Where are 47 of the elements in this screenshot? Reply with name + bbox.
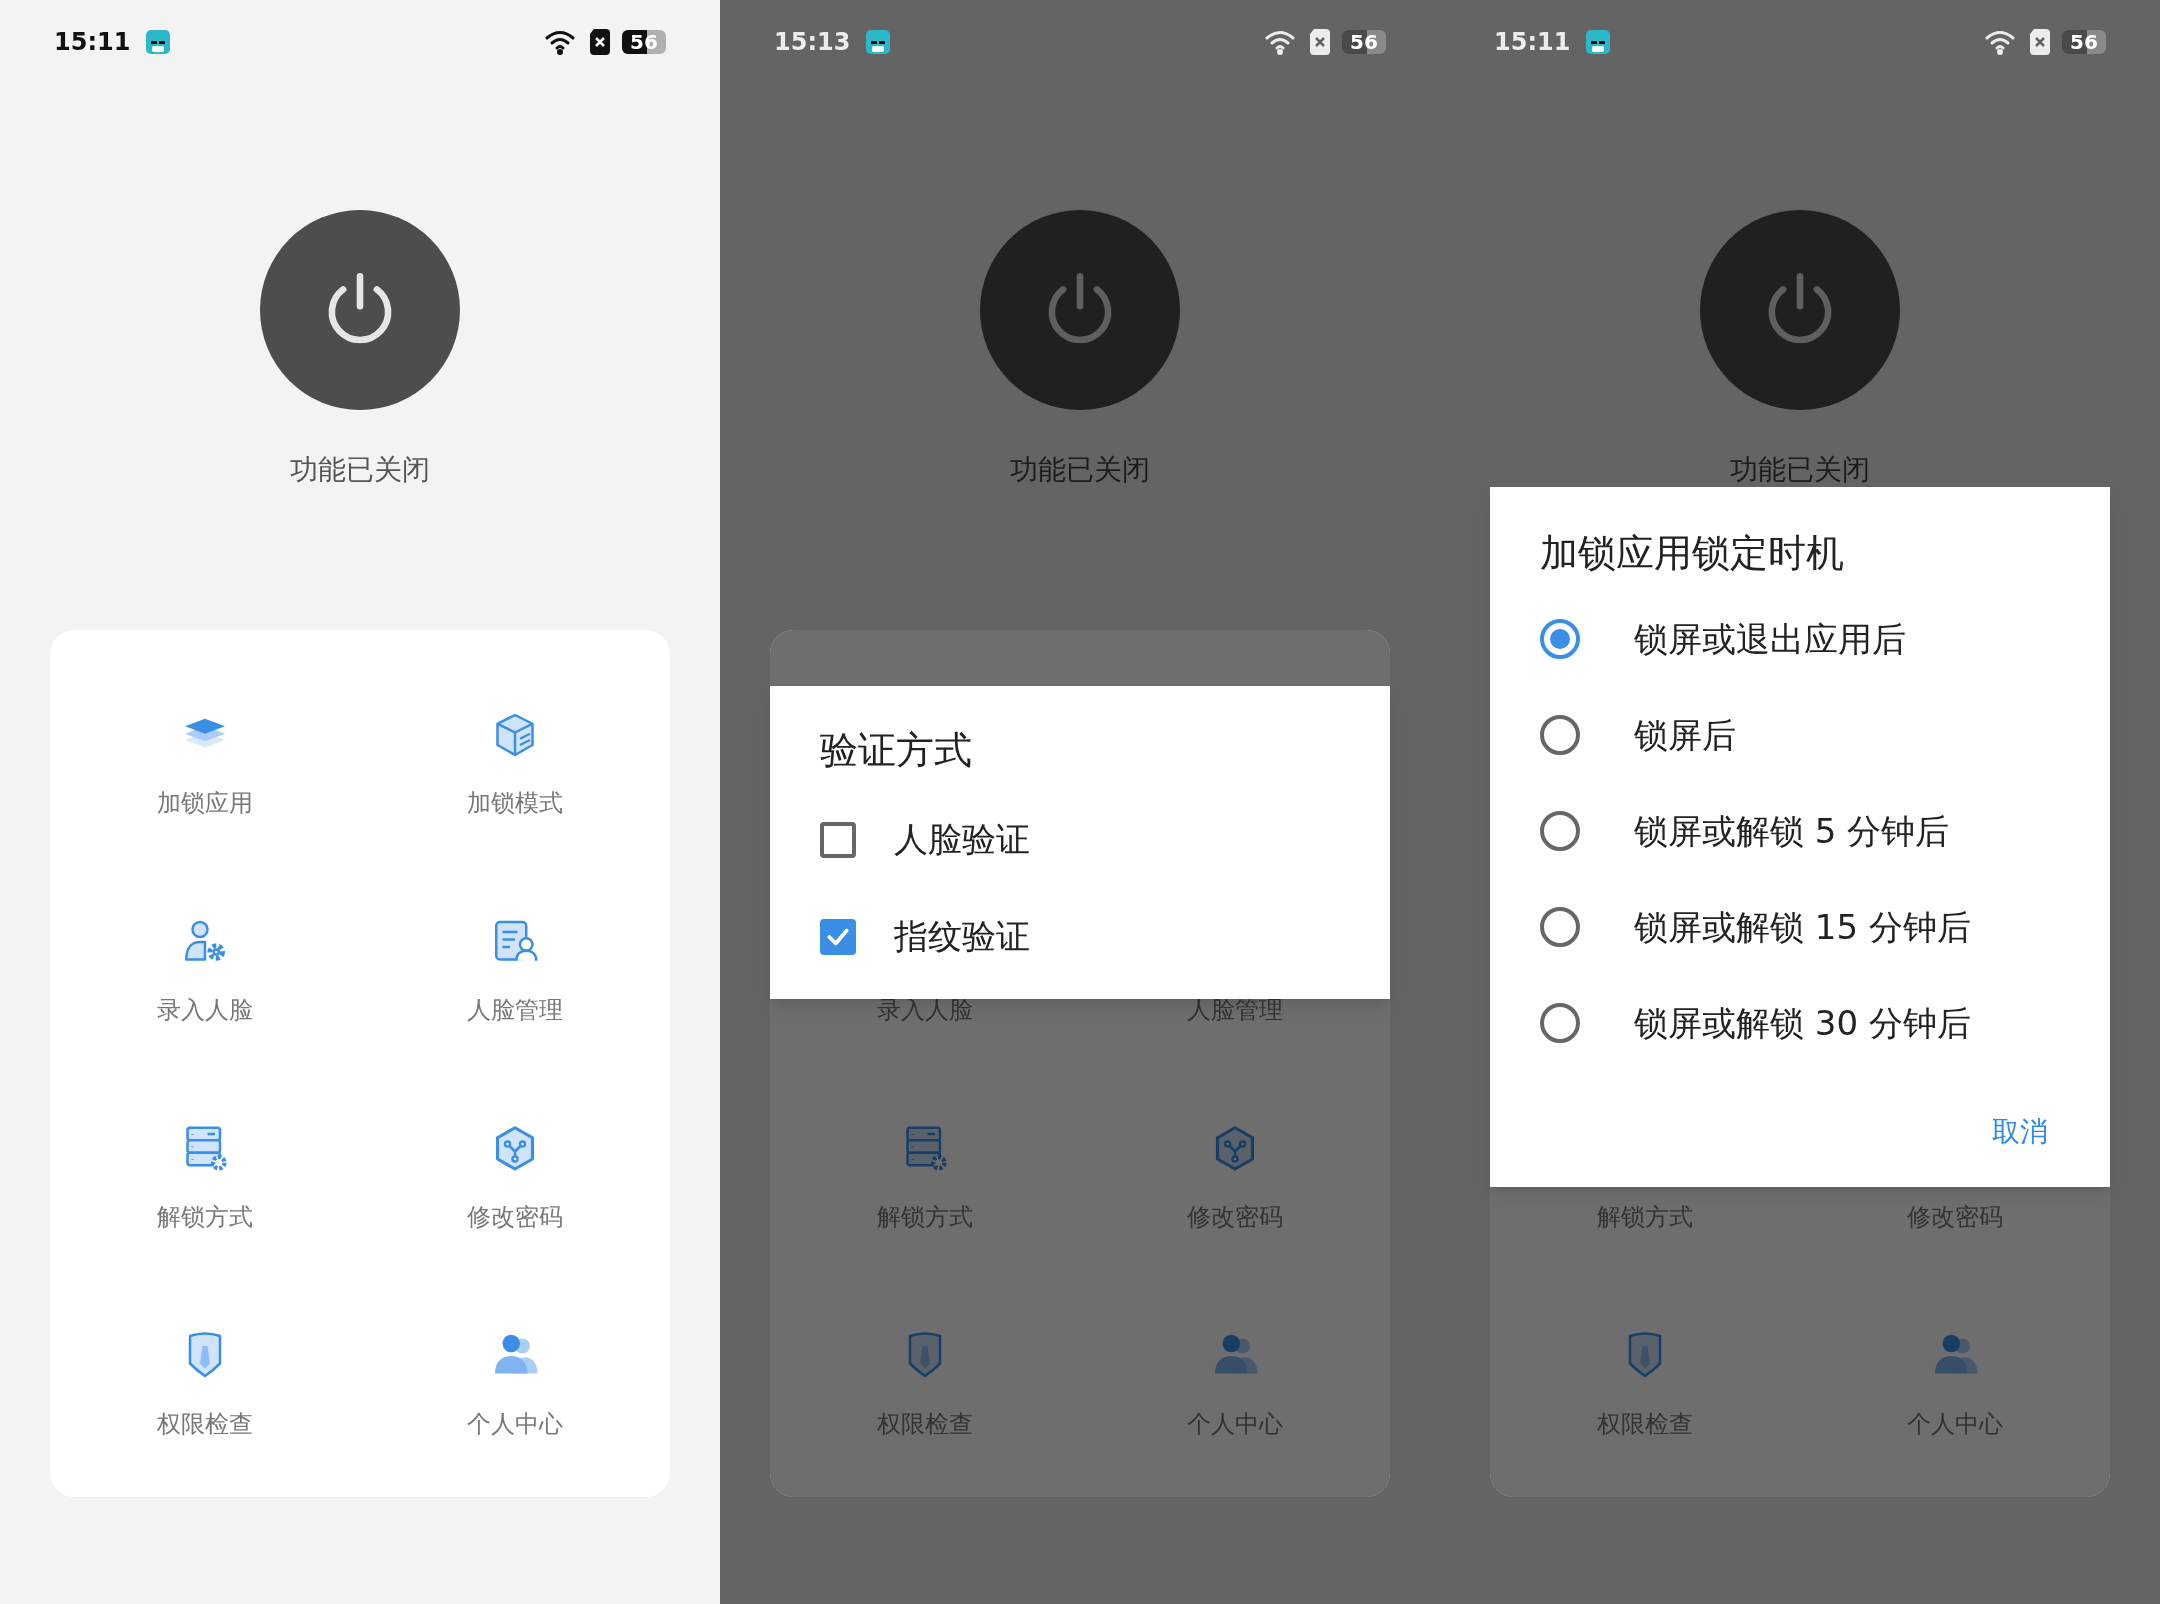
sim-card-icon xyxy=(1310,29,1330,55)
option-label[interactable]: 锁屏或解锁 15 分钟后 xyxy=(1634,901,1971,953)
dialog-title: 验证方式 xyxy=(820,727,973,774)
radio-button[interactable] xyxy=(1540,619,1580,659)
status-time: 15:13 xyxy=(774,27,851,58)
menu-item-label[interactable]: 个人中心 xyxy=(467,1406,563,1442)
battery-indicator: 56 xyxy=(1342,30,1386,54)
menu-item-label[interactable]: 录入人脸 xyxy=(157,992,253,1028)
app-notification-icon xyxy=(1586,30,1611,54)
menu-item-label[interactable]: 权限检查 xyxy=(877,1406,973,1442)
menu-item-label[interactable]: 加锁模式 xyxy=(467,785,563,821)
sim-card-icon xyxy=(590,29,610,55)
option-label[interactable]: 锁屏或退出应用后 xyxy=(1634,613,1906,665)
option-label[interactable]: 锁屏或解锁 30 分钟后 xyxy=(1634,997,1971,1049)
status-label: 功能已关闭 xyxy=(290,452,430,488)
menu-item-label[interactable]: 人脸管理 xyxy=(467,992,563,1028)
radio-button[interactable] xyxy=(1540,715,1580,755)
sim-card-icon xyxy=(2030,29,2050,55)
dialog-title: 加锁应用锁定时机 xyxy=(1540,530,1845,577)
checkbox[interactable] xyxy=(820,821,856,858)
menu-item-label[interactable]: 加锁应用 xyxy=(157,785,253,821)
status-label: 功能已关闭 xyxy=(1730,452,1870,488)
checkbox[interactable] xyxy=(820,918,856,955)
menu-item-label[interactable]: 解锁方式 xyxy=(157,1199,253,1235)
menu-item-label[interactable]: 个人中心 xyxy=(1187,1406,1283,1442)
menu-item-label[interactable]: 修改密码 xyxy=(467,1199,563,1235)
menu-item-label[interactable]: 解锁方式 xyxy=(1597,1199,1693,1235)
radio-button[interactable] xyxy=(1540,811,1580,851)
cancel-button[interactable]: 取消 xyxy=(1980,1105,2060,1159)
status-time: 15:11 xyxy=(1494,27,1571,58)
menu-item-label[interactable]: 解锁方式 xyxy=(877,1199,973,1235)
radio-button[interactable] xyxy=(1540,907,1580,947)
menu-item-label[interactable]: 权限检查 xyxy=(157,1406,253,1442)
menu-item-label[interactable]: 个人中心 xyxy=(1907,1406,2003,1442)
app-notification-icon xyxy=(146,30,171,54)
status-label: 功能已关闭 xyxy=(1010,452,1150,488)
menu-item-label[interactable]: 权限检查 xyxy=(1597,1406,1693,1442)
menu-item-label[interactable]: 修改密码 xyxy=(1187,1199,1283,1235)
app-notification-icon xyxy=(866,30,891,54)
radio-button[interactable] xyxy=(1540,1003,1580,1043)
checkbox-label[interactable]: 人脸验证 xyxy=(894,814,1030,865)
battery-indicator: 56 xyxy=(2062,30,2106,54)
option-label[interactable]: 锁屏或解锁 5 分钟后 xyxy=(1634,805,1950,857)
option-label[interactable]: 锁屏后 xyxy=(1634,709,1736,761)
checkbox-label[interactable]: 指纹验证 xyxy=(894,911,1030,962)
menu-item-label[interactable]: 修改密码 xyxy=(1907,1199,2003,1235)
status-time: 15:11 xyxy=(54,27,131,58)
